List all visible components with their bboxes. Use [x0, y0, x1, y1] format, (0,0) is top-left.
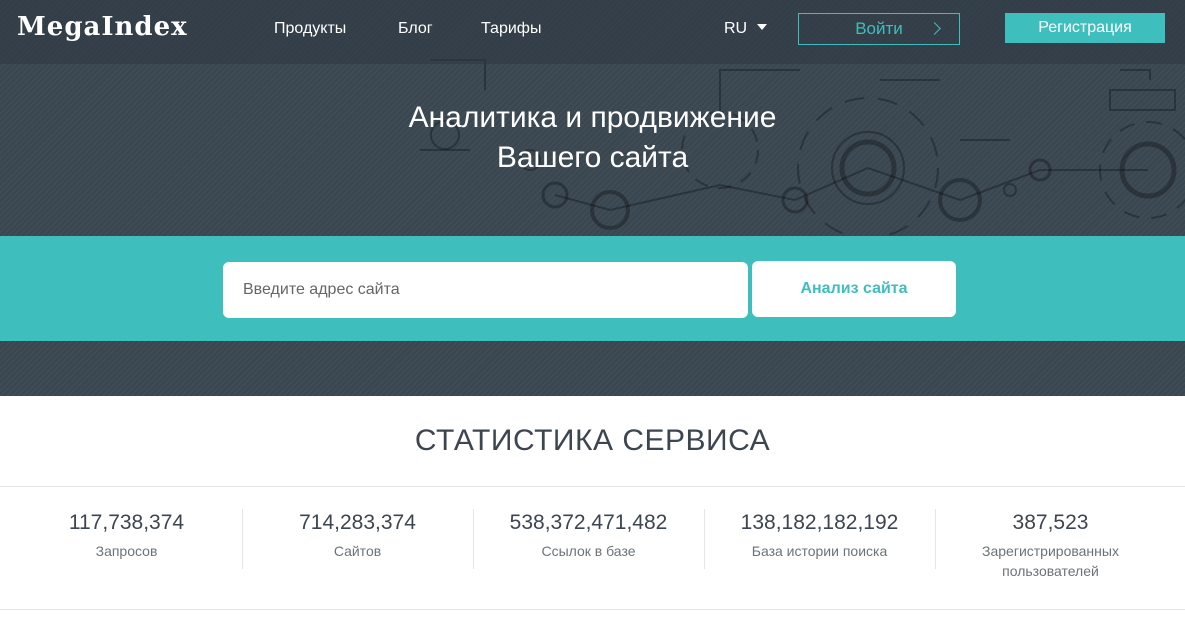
- nav-link-pricing[interactable]: Тарифы: [481, 20, 541, 38]
- stat-value: 714,283,374: [299, 511, 416, 534]
- nav-link-blog[interactable]: Блог: [398, 20, 433, 38]
- stat-label: Ссылок в базе: [541, 543, 636, 559]
- hero-headline-line1: Аналитика и продвижение: [408, 101, 777, 134]
- stat-label: Запросов: [95, 543, 158, 559]
- analyze-site-button[interactable]: Анализ сайта: [752, 261, 956, 317]
- login-label: Войти: [855, 19, 903, 38]
- language-label: RU: [724, 20, 748, 37]
- stat-value: 387,523: [1012, 511, 1089, 534]
- stat-label: Зарегистрированных пользователей: [982, 543, 1119, 579]
- stat-registered-users: 387,523 Зарегистрированных пользователей: [935, 509, 1166, 579]
- stat-value: 138,182,182,192: [740, 511, 899, 534]
- chevron-right-icon: [928, 22, 941, 35]
- stat-value: 117,738,374: [68, 511, 185, 534]
- stat-links: 538,372,471,482 Ссылок в базе: [473, 509, 704, 569]
- nav-link-products[interactable]: Продукты: [274, 20, 346, 38]
- caret-down-icon: [757, 23, 768, 30]
- stat-value: 538,372,471,482: [509, 511, 668, 534]
- register-button[interactable]: Регистрация: [1005, 13, 1165, 43]
- divider: [0, 486, 1185, 487]
- stat-queries: 117,738,374 Запросов: [11, 509, 242, 569]
- stat-label: База истории поиска: [751, 543, 888, 559]
- top-navbar: MegaIndex Продукты Блог Тарифы RU Войти …: [0, 0, 1185, 64]
- divider: [0, 609, 1185, 610]
- hero-headline: Аналитика и продвижение Вашего сайта: [0, 98, 1185, 178]
- hero-headline-line2: Вашего сайта: [496, 141, 689, 174]
- megaindex-logo[interactable]: MegaIndex: [17, 12, 188, 42]
- stat-search-history: 138,182,182,192 База истории поиска: [704, 509, 935, 569]
- site-url-input[interactable]: [223, 262, 748, 318]
- stat-label: Сайтов: [333, 543, 382, 559]
- stats-title: СТАТИСТИКА СЕРВИСА: [414, 424, 771, 457]
- login-button[interactable]: Войти: [798, 13, 960, 45]
- stat-sites: 714,283,374 Сайтов: [242, 509, 473, 569]
- language-selector[interactable]: RU: [724, 20, 768, 38]
